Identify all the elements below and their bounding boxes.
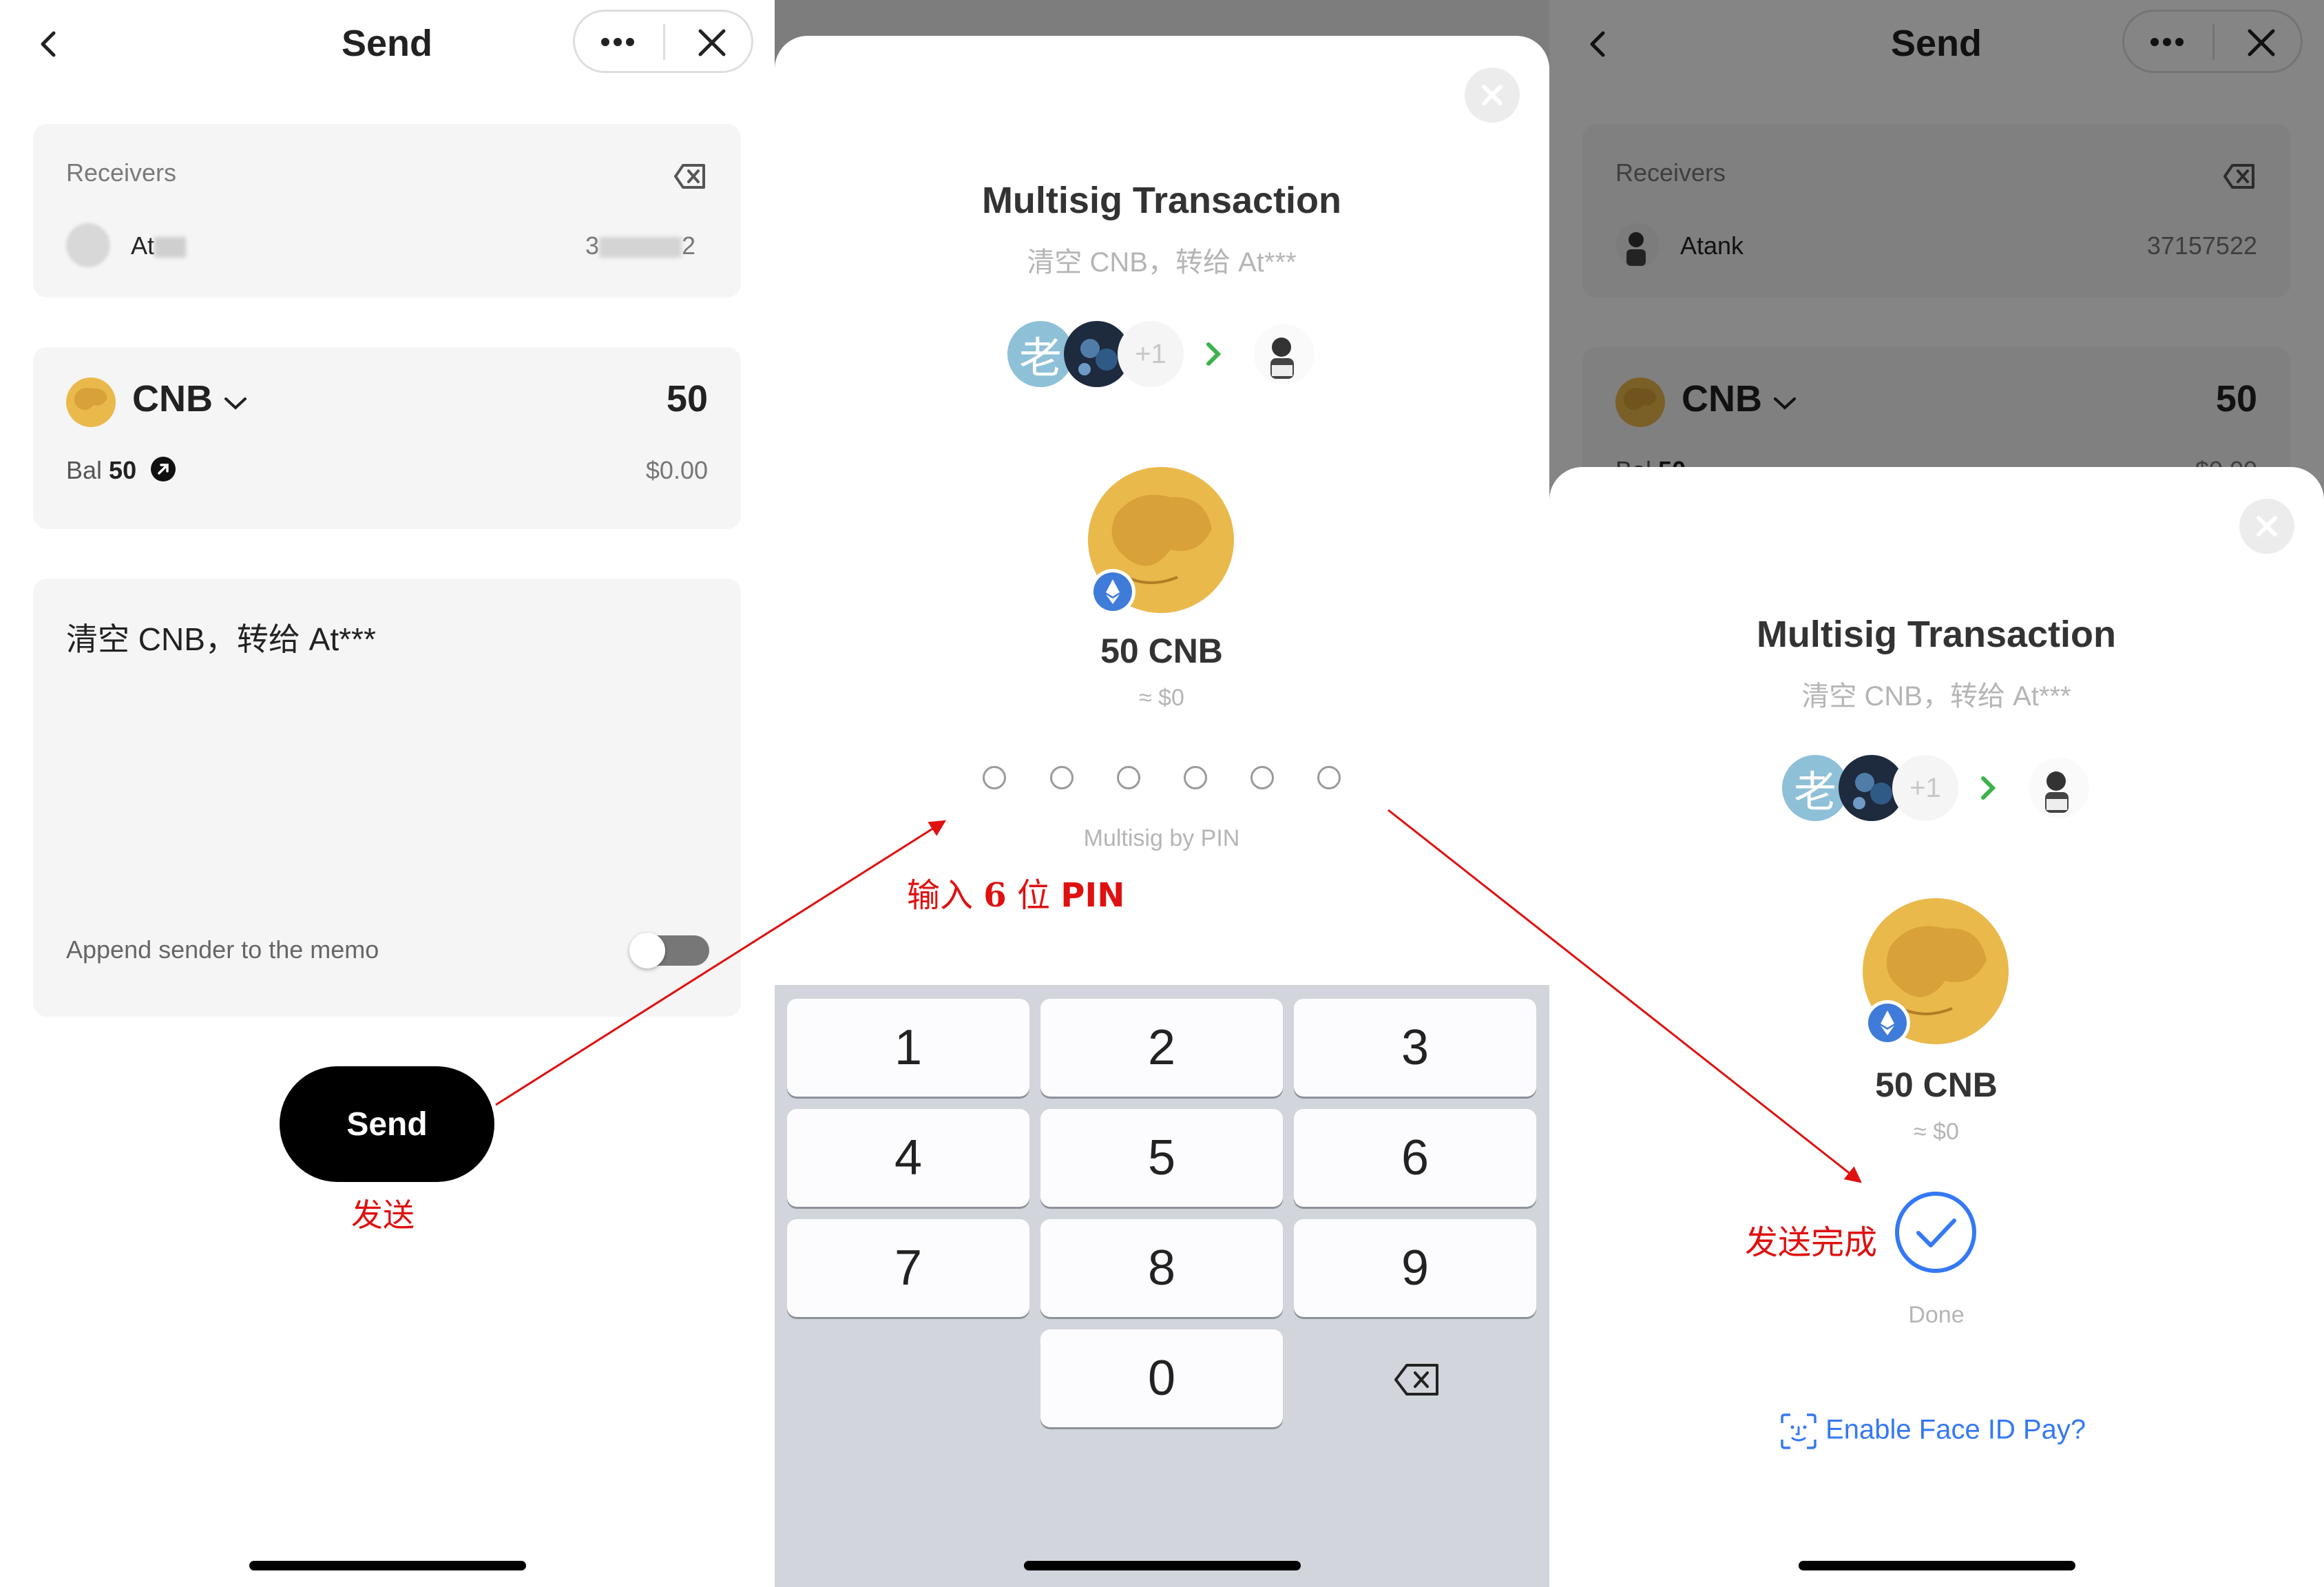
arrow-send-to-pin bbox=[495, 820, 947, 1106]
arrow-pin-to-done bbox=[1388, 809, 1862, 1183]
annotation-arrows bbox=[495, 809, 1862, 1183]
